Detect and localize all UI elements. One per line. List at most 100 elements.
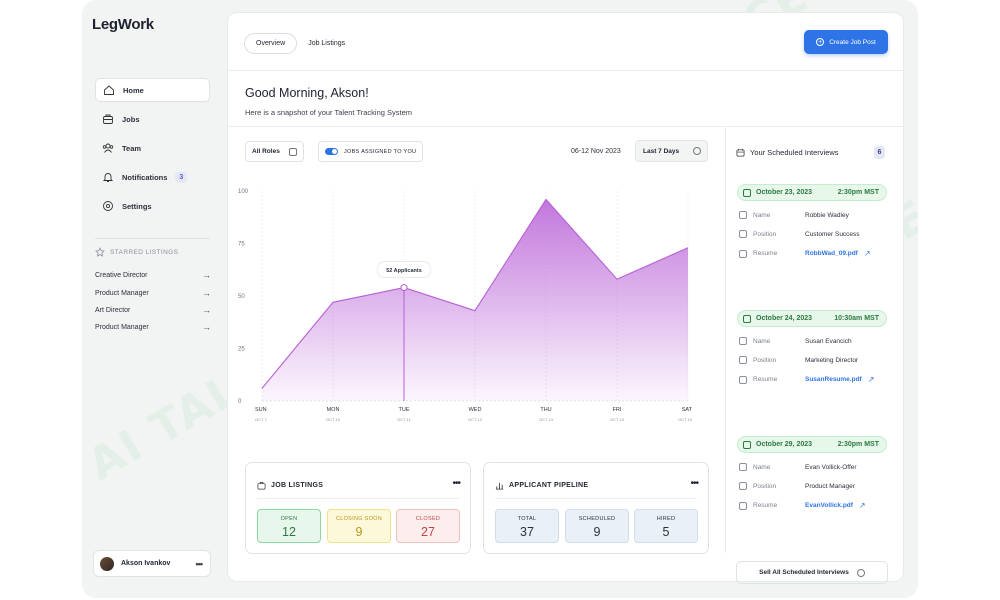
stat-closing-soon[interactable]: CLOSING SOON 9	[327, 509, 391, 543]
x-tick-sublabel: OCT 15	[678, 417, 693, 422]
tooltip-label: 52 Applicants	[386, 268, 422, 274]
arrow-right-icon: →	[202, 270, 211, 280]
briefcase-icon	[739, 356, 747, 364]
x-tick-sublabel: OCT 12	[468, 417, 483, 422]
calendar-icon	[743, 440, 751, 449]
starred-listing-item[interactable]: Art Director →	[95, 305, 211, 315]
stat-total[interactable]: TOTAL 37	[495, 509, 559, 543]
x-tick-label: FRI	[613, 407, 622, 413]
interview-date-pill[interactable]: October 29, 2023 2:30pm MST	[737, 436, 887, 453]
date-range: 06-12 Nov 2023	[571, 148, 621, 155]
stat-open[interactable]: OPEN 12	[257, 509, 321, 543]
external-link-icon[interactable]: ↗	[868, 375, 875, 384]
resume-link[interactable]: EvanVollick.pdf	[805, 502, 853, 509]
interview-date-pill[interactable]: October 23, 2023 2:30pm MST	[737, 184, 887, 201]
x-tick-sublabel: OCT 11	[397, 417, 411, 422]
more-options-icon[interactable]: •••	[690, 478, 698, 489]
user-profile-card[interactable]: Akson Ivankov •••	[93, 550, 211, 577]
calendar-icon	[856, 568, 865, 577]
calendar-icon	[743, 314, 751, 323]
plus-icon: +	[816, 38, 825, 46]
sidebar-item-settings[interactable]: Settings	[95, 194, 210, 218]
interview-position-row: Position Customer Success	[739, 230, 860, 238]
resume-link[interactable]: SusanResume.pdf	[805, 376, 862, 383]
interview-position-row: Position Marketing Director	[739, 356, 858, 364]
divider	[228, 70, 905, 71]
stat-scheduled[interactable]: SCHEDULED 9	[565, 509, 629, 543]
page-subtitle: Here is a snapshot of your Talent Tracki…	[245, 108, 413, 117]
user-name: Akson Ivankov	[121, 560, 171, 567]
divider	[95, 238, 210, 239]
tab-job-listings[interactable]: Job Listings	[297, 33, 356, 54]
starred-listings-heading: STARRED LISTINGS	[95, 247, 178, 257]
period-select[interactable]: Last 7 Days	[635, 140, 708, 162]
stat-hired[interactable]: HIRED 5	[634, 509, 698, 543]
bell-icon	[102, 173, 114, 182]
applicants-area-chart: 0 25 50 75 100 52 Applicants SUN OCT 7 MON OCT 10…	[238, 189, 693, 422]
interview-date-pill[interactable]: October 24, 2023 10:30am MST	[737, 310, 887, 327]
bar-chart-icon	[495, 482, 504, 490]
x-tick-label: TUE	[399, 407, 410, 413]
jobs-assigned-toggle[interactable]: JOBS ASSIGNED TO YOU	[318, 141, 424, 162]
toggle-switch[interactable]	[325, 148, 338, 155]
stat-closed[interactable]: CLOSED 27	[396, 509, 460, 543]
app-logo[interactable]: LegWork	[92, 16, 154, 33]
roles-filter[interactable]: All Roles	[245, 141, 304, 162]
notification-badge: 3	[175, 171, 188, 183]
x-tick-label: WED	[469, 407, 482, 413]
divider	[495, 498, 697, 499]
tab-bar: Overview Job Listings	[244, 33, 356, 54]
external-link-icon[interactable]: ↗	[864, 249, 871, 258]
interviews-heading: Your Scheduled Interviews	[736, 148, 839, 157]
tab-overview[interactable]: Overview	[244, 33, 298, 54]
arrow-right-icon: →	[202, 288, 211, 298]
sidebar-item-label: Home	[123, 85, 144, 95]
create-job-post-button[interactable]: + Create Job Post	[804, 30, 888, 54]
briefcase-icon	[257, 481, 266, 490]
x-tick-sublabel: OCT 10	[326, 417, 341, 422]
card-title: JOB LISTINGS	[257, 481, 323, 490]
starred-listing-item[interactable]: Product Manager →	[95, 322, 211, 332]
interview-name-row: Name Evan Vollick-Offer	[739, 463, 857, 471]
x-tick-sublabel: OCT 14	[610, 417, 625, 422]
document-icon	[739, 249, 747, 258]
y-tick-label: 75	[238, 242, 245, 248]
more-options-icon[interactable]: •••	[196, 559, 204, 569]
external-link-icon[interactable]: ↗	[859, 501, 866, 510]
sidebar-item-label: Team	[122, 143, 142, 153]
divider	[257, 498, 459, 499]
starred-listing-item[interactable]: Product Manager →	[95, 288, 211, 298]
star-icon	[95, 247, 105, 257]
data-point-highlight	[400, 284, 408, 292]
briefcase-icon	[739, 230, 747, 238]
x-tick-label: SAT	[682, 407, 693, 413]
applicant-pipeline-card: APPLICANT PIPELINE ••• TOTAL 37 SCHEDULE…	[483, 462, 709, 554]
filter-icon	[288, 147, 297, 156]
sidebar-item-home[interactable]: Home	[95, 78, 210, 102]
calendar-icon	[693, 147, 702, 155]
avatar	[100, 556, 114, 571]
card-title: APPLICANT PIPELINE	[495, 481, 588, 490]
sidebar-item-team[interactable]: Team	[95, 136, 210, 160]
y-tick-label: 0	[238, 399, 242, 405]
document-icon	[739, 375, 747, 384]
arrow-right-icon: →	[202, 322, 211, 332]
y-tick-label: 25	[238, 347, 245, 353]
more-options-icon[interactable]: •••	[452, 478, 460, 489]
briefcase-icon	[103, 114, 113, 124]
y-tick-label: 50	[238, 294, 245, 300]
id-icon	[739, 463, 747, 471]
page-title: Good Morning, Akson!	[245, 86, 369, 100]
sidebar-item-jobs[interactable]: Jobs	[95, 107, 210, 131]
interview-name-row: Name Robbie Wadley	[739, 211, 849, 219]
sidebar-item-notifications[interactable]: Notifications 3	[95, 165, 210, 189]
document-icon	[739, 501, 747, 510]
sell-all-interviews-button[interactable]: Sell All Scheduled Interviews	[736, 561, 888, 584]
briefcase-icon	[739, 482, 747, 490]
job-listings-card: JOB LISTINGS ••• OPEN 12 CLOSING SOON 9 …	[245, 462, 471, 554]
x-tick-label: THU	[540, 407, 551, 413]
interviews-count-badge: 6	[874, 146, 885, 159]
starred-listing-item[interactable]: Creative Director →	[95, 270, 211, 280]
resume-link[interactable]: RobbWad_09.pdf	[805, 250, 858, 257]
sidebar-item-label: Jobs	[122, 114, 140, 124]
